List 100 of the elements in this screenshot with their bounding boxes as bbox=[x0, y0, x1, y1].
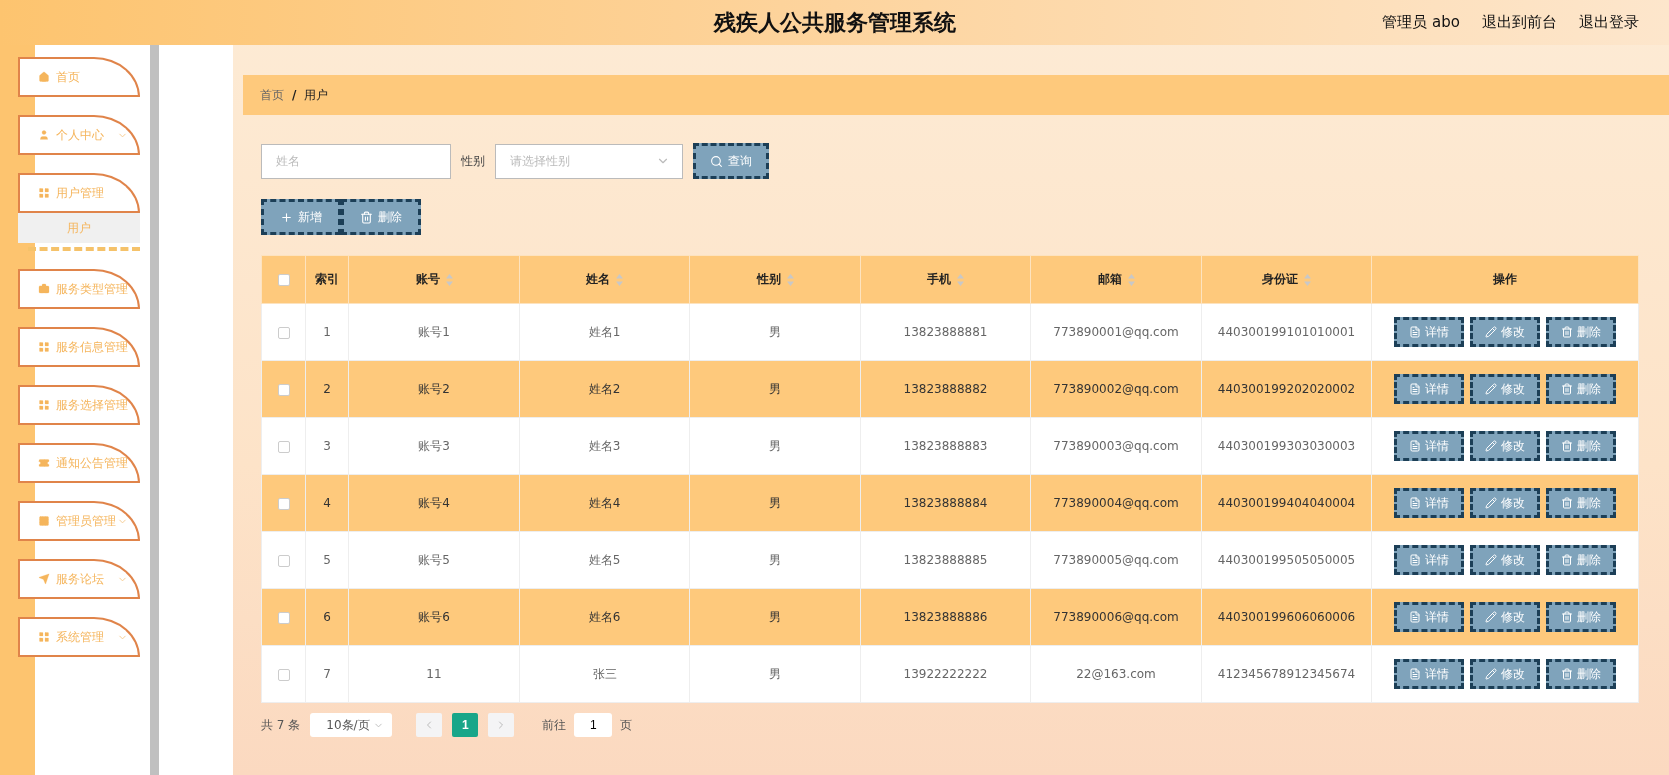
table-cell: 440300199202020002 bbox=[1201, 360, 1372, 418]
page-suffix: 页 bbox=[620, 716, 633, 734]
edit-button[interactable]: 修改 bbox=[1470, 659, 1540, 689]
details-button[interactable]: 详情 bbox=[1394, 545, 1464, 575]
sidebar-item[interactable]: 服务选择管理 bbox=[18, 385, 140, 425]
delete-button[interactable]: 删除 bbox=[1546, 374, 1616, 404]
sidebar-item[interactable]: 服务论坛 bbox=[18, 559, 140, 599]
table-cell: 773890006@qq.com bbox=[1030, 588, 1202, 646]
sidebar-item[interactable]: 服务信息管理 bbox=[18, 327, 140, 367]
page-button[interactable]: 1 bbox=[452, 713, 479, 737]
column-header[interactable]: 账号 bbox=[348, 255, 520, 304]
document-icon bbox=[1409, 668, 1421, 680]
table-cell: 男 bbox=[689, 588, 861, 646]
delete-button[interactable]: 删除 bbox=[1546, 545, 1616, 575]
gender-select[interactable]: 请选择性别 bbox=[495, 143, 683, 179]
user-icon bbox=[38, 129, 50, 141]
edit-button[interactable]: 修改 bbox=[1470, 488, 1540, 518]
name-field[interactable]: 姓名 bbox=[261, 143, 451, 179]
sort-icon[interactable] bbox=[957, 273, 964, 286]
details-button[interactable]: 详情 bbox=[1394, 431, 1464, 461]
details-button[interactable]: 详情 bbox=[1394, 374, 1464, 404]
pencil-icon bbox=[1485, 326, 1497, 338]
table-cell: 账号4 bbox=[348, 474, 520, 532]
table-cell: 男 bbox=[689, 417, 861, 475]
trash-icon bbox=[1561, 668, 1573, 680]
column-header[interactable]: 邮箱 bbox=[1030, 255, 1202, 304]
edit-button[interactable]: 修改 bbox=[1470, 317, 1540, 347]
document-icon bbox=[1409, 383, 1421, 395]
scrollbar[interactable] bbox=[150, 45, 159, 775]
app-title: 残疾人公共服务管理系统 bbox=[713, 8, 956, 37]
sidebar-item[interactable]: 系统管理 bbox=[18, 617, 140, 657]
sort-icon[interactable] bbox=[1127, 273, 1135, 286]
details-button[interactable]: 详情 bbox=[1394, 317, 1464, 347]
delete-button[interactable]: 删除 bbox=[1546, 602, 1616, 632]
sidebar-item[interactable]: 服务类型管理 bbox=[18, 269, 140, 309]
table-cell: 姓名2 bbox=[519, 360, 690, 418]
checkbox[interactable] bbox=[277, 383, 290, 396]
page-number-field[interactable]: 1 bbox=[574, 713, 613, 737]
breadcrumb-link[interactable]: 首页 bbox=[260, 86, 284, 104]
sidebar-item[interactable]: 通知公告管理 bbox=[18, 443, 140, 483]
previous-page-button[interactable] bbox=[416, 713, 443, 737]
table-cell: 4 bbox=[305, 474, 349, 532]
grid-icon bbox=[38, 187, 50, 199]
header-link[interactable]: 退出到前台 bbox=[1482, 13, 1557, 32]
sort-icon[interactable] bbox=[445, 273, 453, 286]
edit-button[interactable]: 修改 bbox=[1470, 602, 1540, 632]
header-link[interactable]: 管理员 abo bbox=[1382, 13, 1460, 32]
column-header[interactable]: 身份证 bbox=[1201, 255, 1372, 304]
column-header[interactable]: 手机 bbox=[860, 255, 1031, 304]
plus-icon bbox=[280, 210, 293, 224]
page-size-select[interactable]: 10条/页 bbox=[310, 713, 393, 737]
details-button[interactable]: 详情 bbox=[1394, 602, 1464, 632]
header-link[interactable]: 退出登录 bbox=[1579, 13, 1639, 32]
table-cell: 1 bbox=[305, 303, 349, 361]
checkbox[interactable] bbox=[277, 440, 290, 453]
column-header[interactable]: 性别 bbox=[689, 255, 861, 304]
delete-button[interactable]: 删除 bbox=[1546, 317, 1616, 347]
checkbox[interactable] bbox=[277, 668, 290, 681]
table-cell: 男 bbox=[689, 645, 861, 703]
delete-button[interactable]: 删除 bbox=[1546, 431, 1616, 461]
column-header[interactable]: 姓名 bbox=[519, 255, 690, 304]
delete-button[interactable]: 删除 bbox=[341, 199, 421, 235]
trash-icon bbox=[360, 210, 373, 224]
table-cell: 440300199606060006 bbox=[1201, 588, 1372, 646]
table-cell: 男 bbox=[689, 303, 861, 361]
table-cell: 3 bbox=[305, 417, 349, 475]
pencil-icon bbox=[1485, 440, 1497, 452]
sidebar-item[interactable]: 首页 bbox=[18, 57, 140, 97]
submenu-item[interactable]: 用户 bbox=[18, 213, 140, 243]
breadcrumb-link[interactable]: 用户 bbox=[304, 86, 329, 104]
edit-button[interactable]: 修改 bbox=[1470, 431, 1540, 461]
checkbox[interactable] bbox=[277, 326, 290, 339]
sort-icon[interactable] bbox=[616, 273, 623, 286]
query-button[interactable]: 查询 bbox=[693, 143, 769, 179]
checkbox[interactable] bbox=[277, 274, 290, 286]
delete-button[interactable]: 删除 bbox=[1546, 659, 1616, 689]
gender-label: 性别 bbox=[461, 152, 485, 170]
pencil-icon bbox=[1485, 497, 1497, 509]
total-count: 共 7 条 bbox=[261, 716, 301, 734]
pencil-icon bbox=[1485, 554, 1497, 566]
sort-icon[interactable] bbox=[1304, 273, 1311, 286]
edit-button[interactable]: 修改 bbox=[1470, 545, 1540, 575]
trash-icon bbox=[1561, 497, 1573, 509]
edit-button[interactable]: 修改 bbox=[1470, 374, 1540, 404]
grid-icon bbox=[38, 631, 50, 643]
table-cell: 张三 bbox=[519, 645, 690, 703]
checkbox[interactable] bbox=[277, 611, 290, 624]
checkbox[interactable] bbox=[277, 554, 290, 567]
details-button[interactable]: 详情 bbox=[1394, 488, 1464, 518]
sidebar-item[interactable]: 管理员管理 bbox=[18, 501, 140, 541]
details-button[interactable]: 详情 bbox=[1394, 659, 1464, 689]
sidebar-item[interactable]: 个人中心 bbox=[18, 115, 140, 155]
sort-icon[interactable] bbox=[786, 273, 794, 286]
table-cell: 男 bbox=[689, 474, 861, 532]
delete-button[interactable]: 删除 bbox=[1546, 488, 1616, 518]
add-button[interactable]: 新增 bbox=[261, 199, 341, 235]
table-cell: 姓名6 bbox=[519, 588, 690, 646]
checkbox[interactable] bbox=[277, 497, 290, 510]
sidebar-item[interactable]: 用户管理 bbox=[18, 173, 140, 213]
next-page-button[interactable] bbox=[488, 713, 515, 737]
